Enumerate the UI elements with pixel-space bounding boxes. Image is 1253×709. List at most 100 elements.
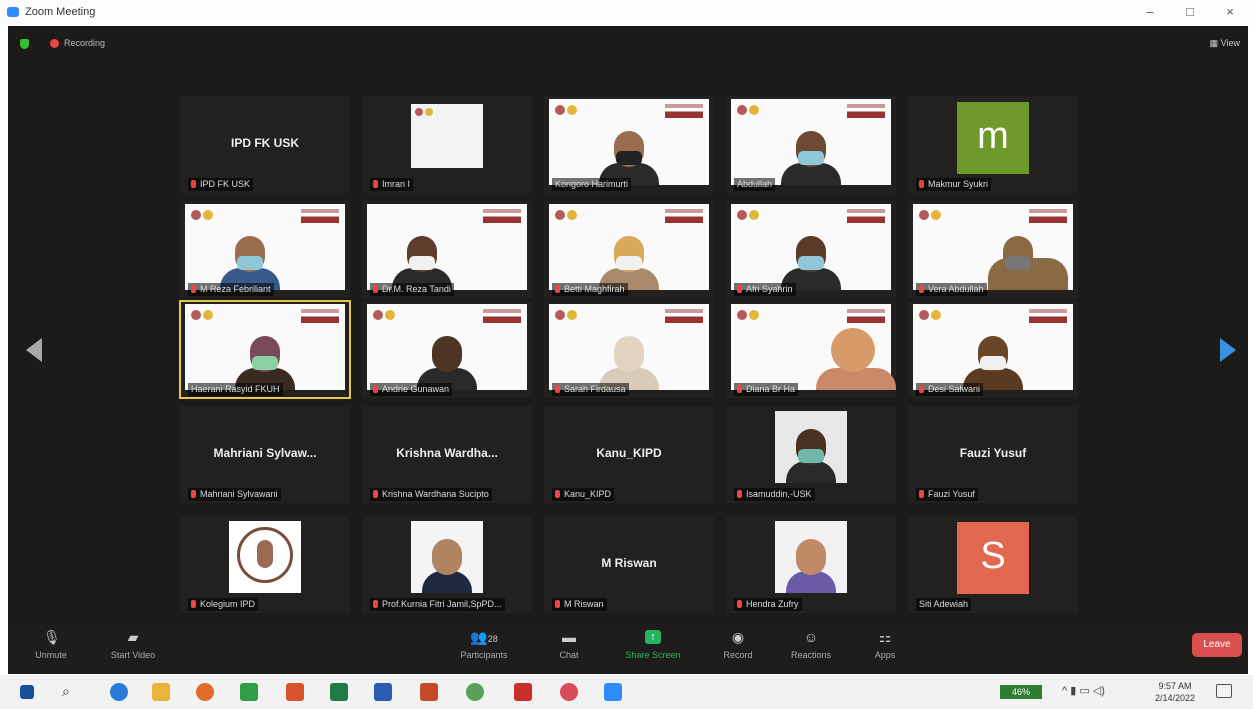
participant-tile[interactable]: M Riswan M Riswan: [544, 516, 714, 613]
participant-label: Kanu_KIPD: [552, 488, 615, 501]
participant-name-large: Kanu_KIPD: [596, 446, 662, 460]
windows-taskbar: ⌕ 46% ^ ▮ ▭ ◁) 9:57 AM 2/14/2022: [0, 675, 1253, 709]
chat-button[interactable]: ▬ Chat: [534, 630, 604, 660]
participant-video: [775, 411, 847, 483]
close-button[interactable]: ×: [1220, 4, 1240, 19]
search-icon[interactable]: ⌕: [62, 683, 80, 701]
file-explorer-icon[interactable]: [152, 683, 170, 701]
title-bar: Zoom Meeting – □ ×: [0, 0, 1253, 26]
app-icon[interactable]: [286, 683, 304, 701]
participant-tile[interactable]: Kongoro Harimurti: [544, 96, 714, 193]
participant-person: [220, 232, 280, 290]
muted-mic-icon: [191, 600, 196, 608]
muted-mic-icon: [191, 180, 196, 188]
view-label: View: [1220, 38, 1240, 48]
participant-tile[interactable]: Fauzi Yusuf Fauzi Yusuf: [908, 406, 1078, 503]
muted-mic-icon: [373, 600, 378, 608]
participant-tile[interactable]: Hendra Zufry: [726, 516, 896, 613]
participant-tile[interactable]: Sarah Firdausa: [544, 301, 714, 398]
muted-mic-icon: [919, 490, 924, 498]
participant-video: [731, 304, 896, 390]
participant-tile[interactable]: Kolegium IPD: [180, 516, 350, 613]
firefox-icon[interactable]: [196, 683, 214, 701]
powerpoint-icon[interactable]: [420, 683, 438, 701]
participant-tile[interactable]: IPD FK USK IPD FK USK: [180, 96, 350, 193]
participants-button[interactable]: 👥28 Participants: [444, 630, 524, 660]
view-button[interactable]: ▦ View: [1210, 38, 1240, 49]
participant-label: Prof.Kurnia Fitri Jamil,SpPD...: [370, 598, 505, 611]
participant-person: [786, 429, 836, 483]
previous-page-arrow-icon[interactable]: [26, 338, 42, 362]
participant-label: Haerani Rasyid FKUH: [188, 383, 283, 396]
participant-label: Isamuddin,-USK: [734, 488, 815, 501]
participant-tile[interactable]: Isamuddin,-USK: [726, 406, 896, 503]
next-page-arrow-icon[interactable]: [1220, 338, 1236, 362]
participant-label: Andrie Gunawan: [370, 383, 453, 396]
participant-name-large: Mahriani Sylvaw...: [213, 446, 317, 460]
notification-icon[interactable]: [1216, 684, 1232, 698]
participant-tile[interactable]: Prof.Kurnia Fitri Jamil,SpPD...: [362, 516, 532, 613]
participant-video: [913, 304, 1073, 390]
participant-label: Krishna Wardhana Sucipto: [370, 488, 492, 501]
edge-browser-icon[interactable]: [110, 683, 128, 701]
meeting-top-row: Recording ▦ View: [8, 26, 1248, 62]
apps-icon: ⚏: [878, 629, 892, 645]
participant-video: [411, 521, 483, 593]
zoom-taskbar-icon[interactable]: [604, 683, 622, 701]
taskbar-clock[interactable]: 9:57 AM 2/14/2022: [1155, 680, 1195, 704]
acrobat-icon[interactable]: [514, 683, 532, 701]
participant-person: [781, 127, 841, 185]
participant-tile[interactable]: Kanu_KIPD Kanu_KIPD: [544, 406, 714, 503]
app-icon[interactable]: [466, 683, 484, 701]
meeting-toolbar: 🎙 Unmute ▰ Start Video 👥28 Participants ▬ Ch…: [8, 624, 1248, 674]
participant-tile[interactable]: Afri Syahrin: [726, 201, 896, 298]
participant-person: [816, 328, 896, 390]
participant-tile[interactable]: Diana Br Ha: [726, 301, 896, 398]
chrome-icon[interactable]: [560, 683, 578, 701]
participant-person: [422, 535, 472, 593]
participant-tile[interactable]: Betti Maghfirah: [544, 201, 714, 298]
unmute-button[interactable]: 🎙 Unmute: [16, 630, 86, 660]
minimize-button[interactable]: –: [1140, 4, 1160, 19]
excel-icon[interactable]: [330, 683, 348, 701]
participant-video: [775, 521, 847, 593]
participant-tile[interactable]: Imran I: [362, 96, 532, 193]
participant-tile[interactable]: Krishna Wardha... Krishna Wardhana Sucip…: [362, 406, 532, 503]
record-button[interactable]: ◉ Record: [703, 630, 773, 660]
participant-video: [185, 204, 345, 290]
participant-label: Kolegium IPD: [188, 598, 259, 611]
system-tray-icons[interactable]: ^ ▮ ▭ ◁): [1062, 684, 1105, 697]
maximize-button[interactable]: □: [1180, 4, 1200, 19]
participant-tile[interactable]: Abdullah: [726, 96, 896, 193]
participant-tile[interactable]: Dr.M. Reza Tandi: [362, 201, 532, 298]
muted-mic-icon: [555, 285, 560, 293]
participant-video: [731, 99, 891, 185]
participant-tile[interactable]: m Makmur Syukri: [908, 96, 1078, 193]
apps-button[interactable]: ⚏ Apps: [850, 630, 920, 660]
reactions-button[interactable]: ☺ Reactions: [776, 630, 846, 660]
recording-label: Recording: [64, 38, 106, 48]
reactions-label: Reactions: [790, 650, 832, 660]
app-icon[interactable]: [240, 683, 258, 701]
participant-tile[interactable]: S Siti Adewiah: [908, 516, 1078, 613]
start-video-button[interactable]: ▰ Start Video: [98, 630, 168, 660]
participant-tile[interactable]: Vera Abdullah: [908, 201, 1078, 298]
participant-tile[interactable]: Mahriani Sylvaw... Mahriani Sylvawani: [180, 406, 350, 503]
mic-muted-icon: 🎙: [43, 629, 61, 645]
participant-tile[interactable]: Andrie Gunawan: [362, 301, 532, 398]
participant-video: [549, 99, 709, 185]
battery-indicator[interactable]: 46%: [1000, 685, 1042, 699]
windows-start-icon[interactable]: [20, 685, 34, 699]
avatar: S: [957, 522, 1029, 594]
participant-video: [367, 304, 527, 390]
share-screen-button[interactable]: ↑ Share Screen: [618, 630, 688, 660]
participant-tile[interactable]: M Reza Febriliant: [180, 201, 350, 298]
muted-mic-icon: [555, 490, 560, 498]
word-icon[interactable]: [374, 683, 392, 701]
security-shield-icon[interactable]: [20, 39, 29, 49]
muted-mic-icon: [737, 285, 742, 293]
participant-tile[interactable]: Desi Salwani: [908, 301, 1078, 398]
leave-button[interactable]: Leave: [1192, 633, 1242, 657]
participant-tile-active-speaker[interactable]: Haerani Rasyid FKUH: [179, 300, 351, 399]
meeting-area: Recording ▦ View IPD FK USK IPD FK USK I…: [8, 26, 1248, 674]
